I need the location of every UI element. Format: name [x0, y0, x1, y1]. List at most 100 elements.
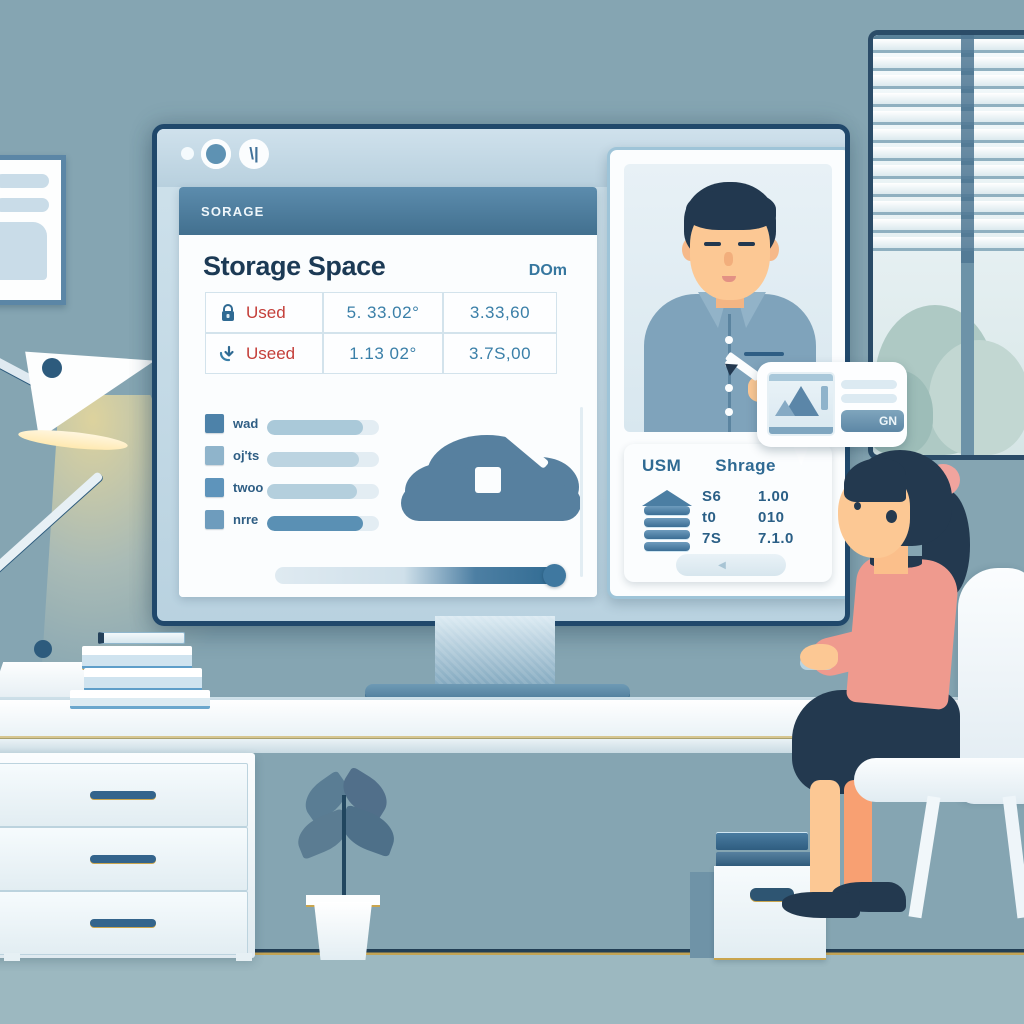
eye: [854, 502, 861, 510]
bar-track: [267, 419, 379, 435]
legend-label: nrre: [233, 511, 259, 527]
unit-label: DOm: [528, 262, 567, 279]
bar-fill: [267, 515, 364, 531]
book-3: [84, 668, 202, 691]
drawer-handle[interactable]: [90, 919, 156, 927]
presenter-fringe: [686, 190, 776, 230]
bubble-text-line-1: [841, 380, 897, 389]
dashboard-titlebar-label: SORAGE: [201, 203, 265, 219]
plant-pot: [313, 902, 373, 960]
bar-fill: [267, 483, 357, 499]
legend-label: wad: [233, 415, 259, 431]
drawer-leg-right: [236, 953, 252, 961]
drawer-3[interactable]: [0, 891, 248, 955]
bar-fill: [267, 419, 364, 435]
presenter-pocket: [744, 352, 784, 356]
value-text: 1.13 02°: [349, 343, 417, 363]
drawer-handle[interactable]: [90, 791, 156, 799]
legend-swatch: [205, 509, 224, 529]
monitor-neck-texture: [435, 616, 555, 688]
office-scene: \| SORAGE Storage Space DOm Used 5. 33.0…: [0, 0, 1024, 1024]
window-control-dot-glyph[interactable]: \|: [239, 139, 269, 169]
bubble-button-label: GN: [879, 414, 897, 428]
dashboard-body: Storage Space DOm Used 5. 33.02° 3.33,60…: [179, 235, 597, 597]
frame-shape-bar-1: [0, 174, 49, 188]
woman-at-desk: [770, 440, 1024, 1000]
framed-picture: [0, 155, 66, 305]
close-icon: \|: [249, 144, 259, 163]
shoe-front: [782, 892, 860, 918]
usage-left-value: 7S: [702, 530, 722, 547]
legend-label: twoo: [233, 479, 264, 495]
bubble-text-line-2: [841, 394, 897, 403]
table-cell-value-2: 3.33,60: [443, 292, 557, 333]
book-4: [70, 690, 210, 709]
value-text: 3.7S,00: [468, 343, 532, 363]
monitor-screen[interactable]: \| SORAGE Storage Space DOm Used 5. 33.0…: [152, 124, 850, 626]
table-cell-value-1: 5. 33.02°: [323, 292, 443, 333]
book-top: [98, 632, 185, 644]
book-stack: [60, 632, 210, 709]
usage-col-header-2: Shrage: [715, 456, 776, 475]
table-cell-value-1: 1.13 02°: [323, 333, 443, 374]
storage-slider[interactable]: [275, 564, 566, 587]
bar-row: [267, 475, 391, 507]
table-row[interactable]: Used 5. 33.02° 3.33,60: [205, 292, 571, 333]
value-text: 3.33,60: [469, 302, 531, 322]
table-row-label: Useed: [246, 343, 296, 363]
tree-2: [929, 340, 1024, 455]
bar-track: [267, 515, 379, 531]
dashboard-titlebar: SORAGE: [179, 187, 597, 235]
window-blinds[interactable]: [873, 35, 1024, 263]
blinds-cord[interactable]: [961, 35, 974, 263]
dashboard-header-row: Storage Space DOm: [179, 235, 597, 288]
server-stack-icon: [642, 490, 692, 551]
drawer-1[interactable]: [0, 763, 248, 827]
page-title: Storage Space: [203, 251, 386, 281]
presenter-eye-right: [738, 242, 755, 246]
table-row[interactable]: Useed 1.13 02° 3.7S,00: [205, 333, 571, 374]
potted-plant: [290, 766, 401, 960]
value-text: 5. 33.02°: [346, 302, 420, 322]
legend-bars: [267, 411, 391, 539]
chevron-left-icon: ◀: [718, 559, 726, 571]
storage-table: Used 5. 33.02° 3.33,60 Useed 1.13 02° 3.…: [205, 292, 571, 374]
presenter-eye-left: [704, 242, 721, 246]
legend-label: oj'ts: [233, 447, 260, 463]
book-2: [82, 646, 192, 669]
drawer-2[interactable]: [0, 827, 248, 891]
usage-col-header-1: USM: [642, 456, 682, 475]
legend-swatch: [205, 477, 224, 497]
bar-fill: [267, 451, 359, 467]
table-cell-label: Useed: [205, 333, 323, 374]
presenter-nose: [724, 252, 733, 266]
legend-swatch: [205, 413, 224, 433]
bar-row: [267, 411, 391, 443]
chart-tooltip-bubble[interactable]: GN: [757, 362, 907, 447]
window-control-dot-filled[interactable]: [201, 139, 231, 169]
bar-row: [267, 507, 391, 539]
frame-shape-bar-2: [0, 198, 49, 212]
storage-box-side: [690, 872, 716, 958]
drawer-leg-left: [4, 953, 20, 961]
slider-knob[interactable]: [543, 564, 566, 587]
bubble-action-button[interactable]: GN: [841, 410, 904, 432]
usage-left-value: t0: [702, 509, 717, 526]
chart-thumbnail-icon: [767, 372, 835, 436]
panel-divider: [580, 407, 583, 577]
lock-icon: [218, 303, 238, 323]
earring: [886, 510, 897, 523]
usage-left-value: S6: [702, 488, 722, 505]
desk-drawer-unit: [0, 753, 255, 958]
frame-shape-block: [0, 222, 47, 280]
hand: [800, 644, 838, 670]
cloud-gauge-icon: [401, 401, 591, 523]
window-control-dot-small[interactable]: [181, 147, 194, 160]
office-chair-leg-1: [908, 795, 941, 919]
legend-swatch: [205, 445, 224, 465]
bar-track: [267, 451, 379, 467]
table-cell-label: Used: [205, 292, 323, 333]
drawer-handle[interactable]: [90, 855, 156, 863]
table-row-label: Used: [246, 302, 286, 322]
lamp-joint-lower: [34, 640, 52, 658]
